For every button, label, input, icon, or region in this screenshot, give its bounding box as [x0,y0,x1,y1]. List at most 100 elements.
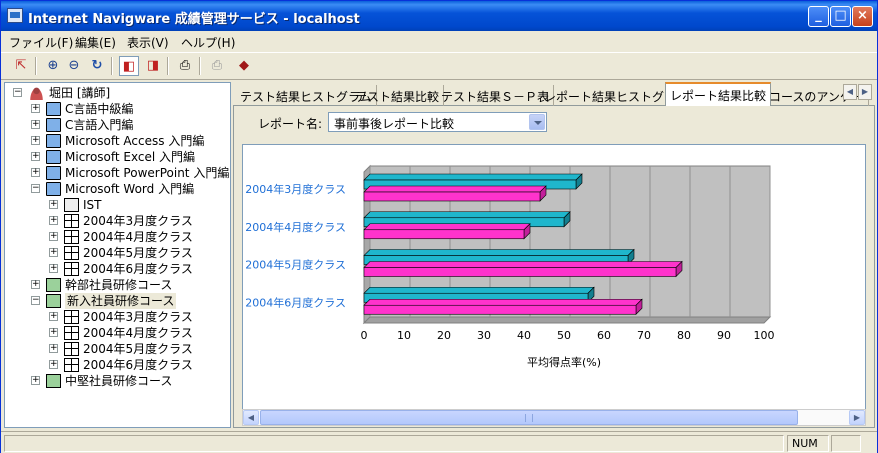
tree-node[interactable]: + C言語入門編 [5,117,225,133]
tree-node[interactable]: + C言語中級編 [5,101,225,117]
expand-toggle[interactable]: + [31,152,40,161]
report-name-select[interactable]: 事前事後レポート比較 [328,112,547,132]
tree-node[interactable]: +2004年4月度クラス [5,325,225,341]
tree-root[interactable]: − 堀田 [講師] [5,85,225,101]
expand-toggle[interactable]: + [31,376,40,385]
expand-toggle[interactable]: + [49,360,58,369]
menu-file[interactable]: ファイル(F) [9,34,73,51]
expand-toggle[interactable]: + [49,264,58,273]
tree-node-label: 2004年5月度クラス [83,342,193,356]
bar [363,267,677,277]
title-bar[interactable]: Internet Navigware 成績管理サービス - localhost … [1,1,877,31]
num-lock-indicator: NUM [787,435,829,452]
x-tick-label: 70 [637,329,651,342]
tree-node[interactable]: +2004年4月度クラス [5,229,225,245]
chevron-down-icon[interactable] [529,114,545,130]
main-panel: テスト結果ヒストグラム テスト結果比較 テスト結果Ｓ－Ｐ表 レポート結果ヒストグ… [233,82,875,428]
tree-node[interactable]: +2004年5月度クラス [5,341,225,357]
zoom-out-icon[interactable]: ⊖ [64,56,84,76]
tree-node[interactable]: − 新入社員研修コース [5,293,225,309]
tab-test-sp-table[interactable]: テスト結果Ｓ－Ｐ表 [437,85,555,106]
monitor-icon [46,134,61,148]
class-grid-icon [64,310,79,324]
menu-help[interactable]: ヘルプ(H) [181,34,235,51]
class-grid-icon [64,326,79,340]
expand-toggle[interactable]: + [49,312,58,321]
tree-node-label: C言語入門編 [65,118,134,132]
tree-node[interactable]: + 中堅社員研修コース [5,373,225,389]
view-left-icon[interactable]: ◧ [119,56,139,76]
expand-toggle[interactable]: + [49,328,58,337]
tree-node-label: Microsoft Access 入門編 [65,134,205,148]
expand-toggle[interactable]: + [49,200,58,209]
category-label: 2004年4月度クラス [245,220,346,234]
tree-node[interactable]: + Microsoft Excel 入門編 [5,149,225,165]
tree-node[interactable]: + Microsoft Access 入門編 [5,133,225,149]
class-grid-icon [64,230,79,244]
app-window: Internet Navigware 成績管理サービス - localhost … [0,0,878,453]
collapse-toggle[interactable]: − [31,184,40,193]
tree-node[interactable]: +2004年3月度クラス [5,213,225,229]
zoom-in-icon[interactable]: ⊕ [43,56,63,76]
minimize-button[interactable]: _ [808,6,829,27]
print-icon[interactable]: ⎙ [207,56,227,76]
horizontal-scrollbar[interactable]: ◀ ▶ [242,409,866,426]
tree-node-label: 2004年5月度クラス [83,246,193,260]
expand-toggle[interactable]: + [49,216,58,225]
category-label: 2004年3月度クラス [245,182,346,196]
monitor-icon [46,150,61,164]
tree-node[interactable]: +2004年6月度クラス [5,261,225,277]
expand-toggle[interactable]: + [31,136,40,145]
menu-edit[interactable]: 編集(E) [75,34,116,51]
monitor-icon [46,166,61,180]
bar [363,229,525,240]
tree-node[interactable]: +2004年6月度クラス [5,357,225,373]
expand-toggle[interactable]: + [31,120,40,129]
expand-toggle[interactable]: + [49,344,58,353]
close-button[interactable]: × [852,6,873,27]
expand-toggle[interactable]: + [31,104,40,113]
expand-toggle[interactable]: + [49,248,58,257]
tab-report-compare[interactable]: レポート結果比較 [665,82,772,107]
scrollbar-thumb[interactable] [260,410,798,425]
tab-scroll-left-icon[interactable]: ◀ [843,84,857,100]
course-tree[interactable]: − 堀田 [講師] + C言語中級編 + C言語入門編 + Microsoft Acces… [4,82,231,428]
x-tick-label: 0 [361,329,368,342]
refresh-icon[interactable]: ↻ [87,56,107,76]
toolbar-separator [35,57,37,75]
report-compare-panel: レポート名: 事前事後レポート比較 2004年3月度クラス 2004年4月度クラス… [233,106,875,428]
scroll-right-icon[interactable]: ▶ [849,410,865,425]
expand-toggle[interactable]: + [31,280,40,289]
toolbar: ⇱ ⊕ ⊖ ↻ ◧ ◨ ⎙ ⎙ ◆ [1,52,877,80]
app-icon [7,8,23,23]
tree-node[interactable]: + IST [5,197,225,213]
tree-node[interactable]: +2004年3月度クラス [5,309,225,325]
tree-node-label: Microsoft PowerPoint 入門編 [65,166,230,180]
view-right-icon[interactable]: ◨ [143,56,163,76]
tree-node[interactable]: − Microsoft Word 入門編 [5,181,225,197]
scroll-left-icon[interactable]: ◀ [243,410,259,425]
class-grid-icon [64,246,79,260]
tab-test-compare[interactable]: テスト結果比較 [351,85,445,106]
tree-node-label: 2004年4月度クラス [83,326,193,340]
collapse-toggle[interactable]: − [31,296,40,305]
tree-node[interactable]: +2004年5月度クラス [5,245,225,261]
tree-node-label: 2004年4月度クラス [83,230,193,244]
x-tick-label: 90 [717,329,731,342]
instructor-icon [29,86,44,100]
x-tick-label: 50 [557,329,571,342]
print-preview-icon[interactable]: ⎙ [175,56,195,76]
collapse-toggle[interactable]: − [13,88,22,97]
class-grid-icon [64,214,79,228]
group-icon [46,278,61,292]
menu-view[interactable]: 表示(V) [127,34,169,51]
book-icon[interactable]: ◆ [234,56,254,76]
expand-toggle[interactable]: + [49,232,58,241]
expand-toggle[interactable]: + [31,168,40,177]
tree-node[interactable]: + Microsoft PowerPoint 入門編 [5,165,229,181]
toolbar-separator [111,57,113,75]
tab-scroll-right-icon[interactable]: ▶ [858,84,872,100]
maximize-button[interactable]: □ [830,6,851,27]
tree-node[interactable]: + 幹部社員研修コース [5,277,225,293]
exit-icon[interactable]: ⇱ [11,56,31,76]
